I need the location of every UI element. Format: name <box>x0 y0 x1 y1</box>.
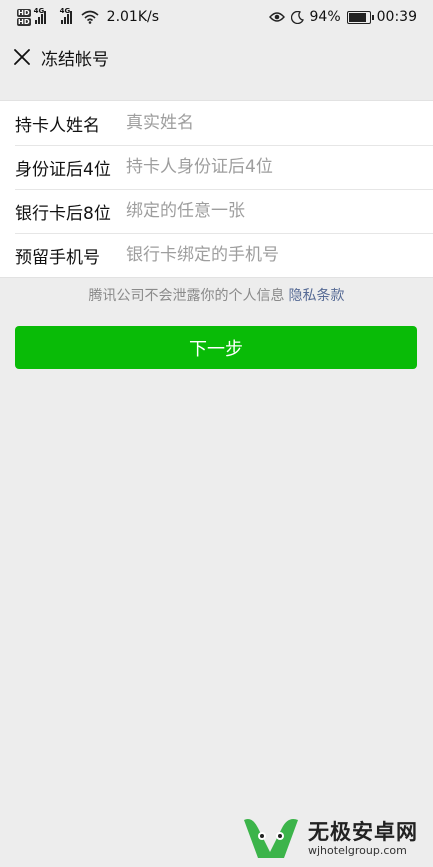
signal-icon: 4G <box>59 7 77 24</box>
hd-badge: HD <box>17 8 31 17</box>
wifi-icon <box>81 10 99 24</box>
status-bar: HD HD 4G 4G 2.01K/s 94% 00:39 <box>0 0 433 34</box>
form-row-reserved-phone: 预留手机号 <box>0 233 433 277</box>
watermark-title: 无极安卓网 <box>308 819 418 844</box>
next-step-button[interactable]: 下一步 <box>15 326 417 369</box>
watermark-text: 无极安卓网 wjhotelgroup.com <box>308 820 418 857</box>
privacy-notice: 腾讯公司不会泄露你的个人信息 隐私条款 <box>0 285 433 305</box>
cardholder-name-input[interactable] <box>126 113 416 133</box>
hd-badge: HD <box>17 17 31 26</box>
form-row-cardholder-name: 持卡人姓名 <box>0 101 433 145</box>
watermark-url: wjhotelgroup.com <box>308 843 407 857</box>
page-title: 冻结帐号 <box>41 49 109 70</box>
moon-icon <box>290 10 304 24</box>
reserved-phone-label: 预留手机号 <box>15 247 100 268</box>
android-logo-icon <box>244 819 298 858</box>
clock: 00:39 <box>376 9 417 25</box>
id-last4-label: 身份证后4位 <box>15 159 111 180</box>
battery-level <box>348 12 366 22</box>
id-last4-input[interactable] <box>126 157 416 177</box>
header: 冻结帐号 <box>0 34 433 80</box>
reserved-phone-input[interactable] <box>126 245 416 265</box>
eye-icon <box>268 12 285 22</box>
hd-icon: HD HD <box>17 8 31 26</box>
card-last8-label: 银行卡后8位 <box>15 203 111 224</box>
status-right: 94% 00:39 <box>268 6 417 28</box>
close-icon[interactable] <box>12 47 32 67</box>
card-last8-input[interactable] <box>126 201 416 221</box>
cardholder-name-label: 持卡人姓名 <box>15 115 100 136</box>
verification-form: 持卡人姓名 身份证后4位 银行卡后8位 预留手机号 <box>0 100 433 278</box>
watermark: 无极安卓网 wjhotelgroup.com <box>240 812 430 864</box>
form-row-card-last8: 银行卡后8位 <box>0 189 433 233</box>
signal-icon: 4G <box>33 7 51 24</box>
battery-icon <box>346 10 374 24</box>
network-tag: 4G <box>33 7 45 15</box>
battery-percent: 94% <box>309 9 341 25</box>
form-row-id-last4: 身份证后4位 <box>0 145 433 189</box>
network-speed: 2.01K/s <box>106 9 160 25</box>
status-left: HD HD 4G 4G 2.01K/s <box>17 6 159 28</box>
privacy-policy-link[interactable]: 隐私条款 <box>289 288 345 304</box>
privacy-text: 腾讯公司不会泄露你的个人信息 <box>88 288 285 304</box>
network-tag: 4G <box>59 7 71 15</box>
